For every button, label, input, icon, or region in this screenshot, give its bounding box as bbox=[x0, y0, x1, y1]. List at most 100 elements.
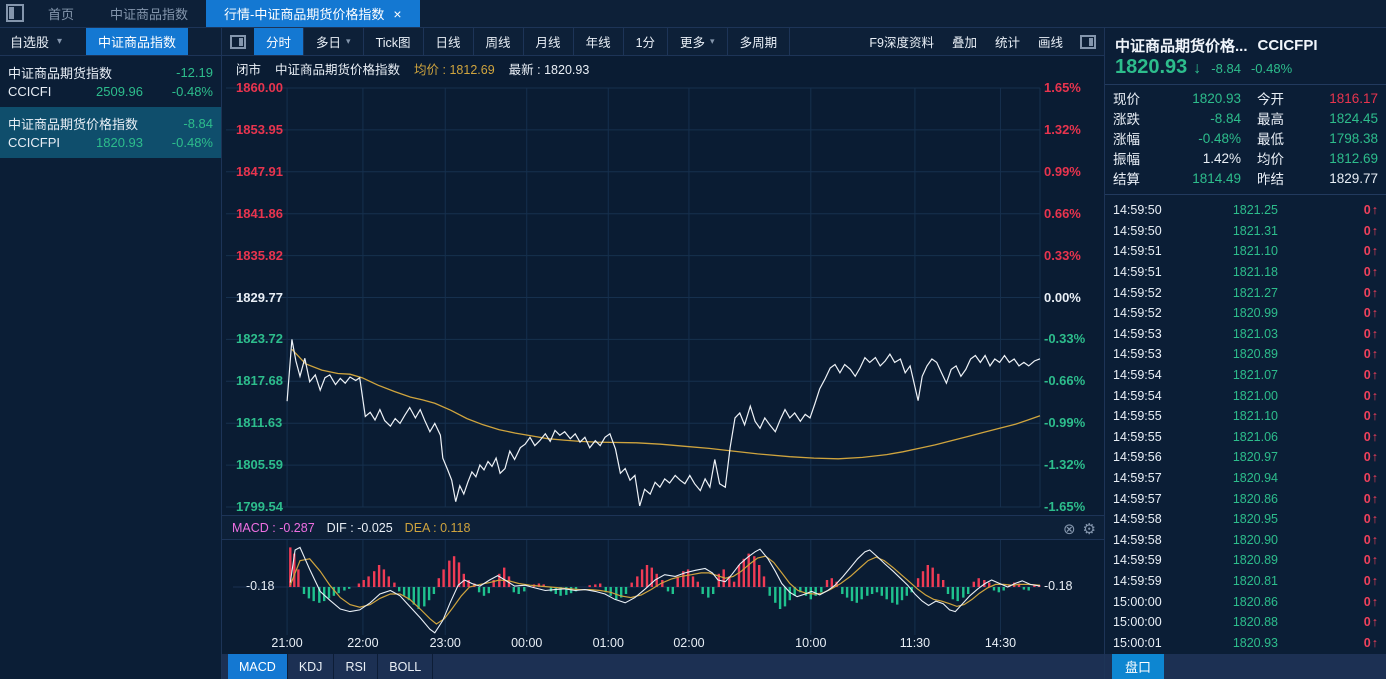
time-axis: 21:0022:0023:0000:0001:0002:0010:0011:30… bbox=[222, 635, 1104, 654]
topbar-tab[interactable]: 行情-中证商品期货价格指数× bbox=[206, 0, 420, 27]
tab-indicator-boll[interactable]: BOLL bbox=[378, 654, 433, 679]
toolbar-button[interactable]: 更多▾ bbox=[668, 28, 728, 55]
topbar-tab[interactable]: 中证商品指数 bbox=[92, 0, 206, 27]
tick-volume: 0↑ bbox=[1278, 347, 1378, 361]
price-axis-label: 1860.00 bbox=[236, 80, 283, 95]
tick-price: 1820.81 bbox=[1183, 574, 1278, 588]
tick-volume: 0↑ bbox=[1278, 471, 1378, 485]
arrow-up-icon: ↑ bbox=[1372, 533, 1378, 547]
toolbar-button-label: 更多 bbox=[680, 32, 705, 51]
toolbar-button-label: F9深度资料 bbox=[869, 32, 934, 51]
tick-volume: 0↑ bbox=[1278, 224, 1378, 238]
tick-price: 1821.10 bbox=[1183, 409, 1278, 423]
tick-time: 14:59:54 bbox=[1113, 389, 1183, 403]
tab-indicator-rsi[interactable]: RSI bbox=[334, 654, 378, 679]
tick-volume: 0↑ bbox=[1278, 636, 1378, 650]
arrow-up-icon: ↑ bbox=[1372, 553, 1378, 567]
tick-row: 14:59:511821.180↑ bbox=[1105, 262, 1386, 283]
quote-title: 中证商品期货价格... CCICFPI bbox=[1115, 34, 1378, 56]
tick-price: 1821.31 bbox=[1183, 224, 1278, 238]
chevron-down-icon: ▾ bbox=[57, 36, 62, 47]
watchlist-header: 自选股 ▾ 中证商品指数 bbox=[0, 28, 221, 56]
toolbar-button-label: 多日 bbox=[316, 32, 341, 51]
stat-value: 1829.77 bbox=[1303, 171, 1378, 186]
toolbar-button[interactable]: 月线 bbox=[524, 28, 574, 55]
toolbar-button[interactable]: 统计 bbox=[986, 28, 1029, 55]
watchlist-group-dropdown[interactable]: 自选股 ▾ bbox=[0, 28, 72, 55]
toolbar-button[interactable]: 日线 bbox=[424, 28, 474, 55]
sidebar-toggle-icon[interactable] bbox=[6, 4, 24, 22]
tick-price: 1820.86 bbox=[1183, 492, 1278, 506]
tick-time: 14:59:55 bbox=[1113, 409, 1183, 423]
stat-value: 1824.45 bbox=[1303, 111, 1378, 126]
instrument-name: 中证商品期货指数 bbox=[8, 63, 149, 82]
tick-row: 15:00:011820.930↑ bbox=[1105, 632, 1386, 653]
watchlist-item-line2: CCICFPI1820.93-0.48% bbox=[8, 133, 213, 152]
topbar-tab[interactable]: 首页 bbox=[30, 0, 92, 27]
toolbar-button[interactable]: 多日▾ bbox=[304, 28, 364, 55]
quote-panel: 中证商品期货价格... CCICFPI 1820.93 ↓ -8.84 -0.4… bbox=[1105, 28, 1386, 679]
toolbar-button[interactable]: 画线 bbox=[1029, 28, 1072, 55]
quote-price-row: 1820.93 ↓ -8.84 -0.48% bbox=[1115, 56, 1378, 82]
toolbar-button-label: 分时 bbox=[266, 32, 291, 51]
toolbar-button[interactable]: 年线 bbox=[574, 28, 624, 55]
toolbar-right-group: F9深度资料叠加统计画线 bbox=[860, 28, 1072, 55]
quote-change: -8.84 bbox=[1211, 61, 1241, 76]
price-axis-label: 1805.59 bbox=[236, 457, 283, 472]
tab-indicator-kdj[interactable]: KDJ bbox=[288, 654, 335, 679]
watchlist-group-tab[interactable]: 中证商品指数 bbox=[86, 28, 188, 55]
tick-time: 14:59:53 bbox=[1113, 327, 1183, 341]
tick-price: 1821.10 bbox=[1183, 244, 1278, 258]
topbar-tabs: 首页中证商品指数行情-中证商品期货价格指数× bbox=[30, 0, 420, 27]
arrow-up-icon: ↑ bbox=[1372, 347, 1378, 361]
toolbar-button[interactable]: 叠加 bbox=[943, 28, 986, 55]
arrow-down-icon: ↓ bbox=[1193, 60, 1201, 78]
tick-time: 15:00:00 bbox=[1113, 615, 1183, 629]
time-axis-label: 10:00 bbox=[795, 636, 826, 650]
tick-volume: 0↑ bbox=[1278, 244, 1378, 258]
gear-icon[interactable]: ⚙ bbox=[1083, 520, 1096, 538]
toolbar-button[interactable]: Tick图 bbox=[364, 28, 424, 55]
panel-right-toggle-icon[interactable] bbox=[1080, 35, 1096, 49]
tick-row: 15:00:001820.880↑ bbox=[1105, 612, 1386, 633]
stat-label: 均价 bbox=[1257, 148, 1303, 168]
tab-indicator-macd[interactable]: MACD bbox=[228, 654, 288, 679]
stat-label: 振幅 bbox=[1113, 148, 1157, 168]
tick-price: 1820.99 bbox=[1183, 306, 1278, 320]
tick-row: 14:59:571820.860↑ bbox=[1105, 488, 1386, 509]
tick-volume: 0↑ bbox=[1278, 306, 1378, 320]
tick-price: 1821.06 bbox=[1183, 430, 1278, 444]
pct-axis-label: -1.32% bbox=[1044, 457, 1085, 472]
chart-toolbar: 分时多日▾ Tick图日线周线月线年线 1分更多▾多周期 F9深度资料叠加统计画线 bbox=[222, 28, 1104, 56]
tab-close-icon[interactable]: × bbox=[393, 6, 401, 22]
watchlist-item[interactable]: 中证商品期货指数-12.19CCICFI2509.96-0.48% bbox=[0, 56, 221, 107]
intraday-price-chart[interactable]: 1860.001853.951847.911841.861835.821829.… bbox=[222, 80, 1105, 515]
macd-panel[interactable]: -0.18-0.18 bbox=[222, 540, 1105, 635]
toolbar-button[interactable]: 1分 bbox=[624, 28, 668, 55]
quote-instrument-code: CCICFPI bbox=[1258, 37, 1318, 54]
toolbar-button[interactable]: F9深度资料 bbox=[860, 28, 943, 55]
divider bbox=[1105, 194, 1386, 195]
toolbar-button-label: 1分 bbox=[636, 32, 655, 51]
tick-price: 1821.00 bbox=[1183, 389, 1278, 403]
tab-order-book[interactable]: 盘口 bbox=[1112, 654, 1164, 679]
macd-chart-svg bbox=[222, 540, 1105, 635]
stat-row: 涨跌-8.84最高1824.45 bbox=[1105, 108, 1386, 128]
toolbar-button[interactable]: 分时 bbox=[254, 28, 304, 55]
topbar: 首页中证商品指数行情-中证商品期货价格指数× bbox=[0, 0, 1386, 28]
watchlist-item[interactable]: 中证商品期货价格指数-8.84CCICFPI1820.93-0.48% bbox=[0, 107, 221, 158]
toolbar-button[interactable]: 周线 bbox=[474, 28, 524, 55]
arrow-up-icon: ↑ bbox=[1372, 450, 1378, 464]
arrow-up-icon: ↑ bbox=[1372, 327, 1378, 341]
tick-list[interactable]: 14:59:501821.250↑14:59:501821.310↑14:59:… bbox=[1105, 200, 1386, 654]
price-axis-label: 1817.68 bbox=[236, 373, 283, 388]
panel-left-toggle-icon[interactable] bbox=[230, 35, 246, 49]
toolbar-button[interactable]: 多周期 bbox=[728, 28, 791, 55]
instrument-pct: -0.48% bbox=[149, 135, 213, 150]
watchlist: 中证商品期货指数-12.19CCICFI2509.96-0.48%中证商品期货价… bbox=[0, 56, 221, 158]
close-icon[interactable]: ⊗ bbox=[1063, 520, 1076, 538]
tick-row: 14:59:591820.810↑ bbox=[1105, 571, 1386, 592]
divider bbox=[1105, 84, 1386, 85]
instrument-name: 中证商品期货价格指数 bbox=[8, 114, 149, 133]
toolbar-button-label: Tick图 bbox=[376, 32, 411, 51]
